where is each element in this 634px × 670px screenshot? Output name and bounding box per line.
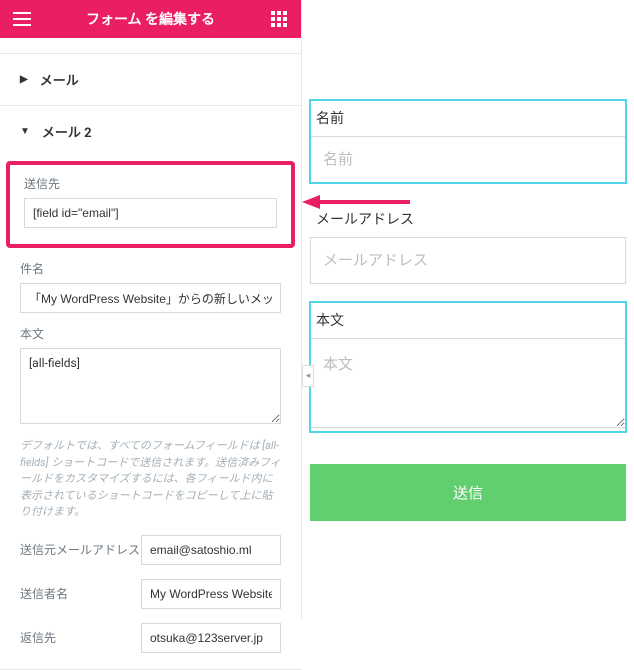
preview-panel: 名前 メールアドレス 本文 送信 [302, 0, 634, 619]
hamburger-icon [13, 12, 31, 26]
editor-sidebar: フォーム を編集する ▶ メール ▼ メール 2 送信先 件名 [0, 0, 302, 619]
reply-to-input[interactable] [141, 623, 281, 653]
topbar-title: フォーム を編集する [86, 9, 215, 29]
grid-icon [271, 11, 287, 27]
chevron-down-icon: ▼ [20, 126, 30, 137]
preview-name-label: 名前 [310, 100, 626, 136]
from-name-input[interactable] [141, 579, 281, 609]
sidebar-topbar: フォーム を編集する [0, 0, 301, 38]
preview-name-block[interactable]: 名前 [310, 100, 626, 183]
preview-email-label: メールアドレス [310, 201, 626, 237]
preview-email-input[interactable] [310, 237, 626, 284]
reply-to-label: 返信先 [20, 629, 141, 646]
preview-body-label: 本文 [310, 302, 626, 338]
preview-name-input[interactable] [310, 136, 626, 183]
menu-button[interactable] [10, 7, 34, 31]
preview-body-textarea[interactable] [310, 338, 626, 428]
subject-label: 件名 [20, 260, 281, 277]
spacer [0, 38, 301, 54]
body-label: 本文 [20, 325, 281, 342]
to-label: 送信先 [24, 175, 277, 192]
body-row: 本文 [20, 325, 281, 428]
to-input[interactable] [24, 198, 277, 228]
from-email-row: 送信元メールアドレス [20, 535, 281, 565]
preview-body-block[interactable]: 本文 [310, 302, 626, 432]
section-title: メール 2 [42, 122, 92, 141]
section-body: 件名 本文 デフォルトでは、すべてのフォームフィールドは [all-fields… [0, 260, 301, 669]
subject-input[interactable] [20, 283, 281, 313]
from-email-label: 送信元メールアドレス [20, 541, 141, 558]
submit-button[interactable]: 送信 [310, 464, 626, 521]
subject-row: 件名 [20, 260, 281, 313]
widgets-button[interactable] [267, 7, 291, 31]
reply-to-row: 返信先 [20, 623, 281, 653]
section-mail: ▶ メール [0, 54, 301, 106]
chevron-left-icon: ◂ [306, 371, 311, 381]
form-preview: 名前 メールアドレス 本文 送信 [302, 100, 634, 521]
highlighted-field: 送信先 [6, 161, 295, 248]
chevron-right-icon: ▶ [20, 74, 28, 85]
section-header-mail2[interactable]: ▼ メール 2 [0, 106, 301, 157]
section-header-mail[interactable]: ▶ メール [0, 54, 301, 105]
preview-email-block[interactable]: メールアドレス [310, 201, 626, 284]
from-name-label: 送信者名 [20, 585, 141, 602]
section-title: メール [40, 70, 79, 89]
body-textarea[interactable] [20, 348, 281, 424]
section-mail2: ▼ メール 2 送信先 件名 本文 デフォルトでは、すべてのフォームフィールドは… [0, 106, 301, 670]
from-email-input[interactable] [141, 535, 281, 565]
panel-drag-handle[interactable]: ◂ [302, 365, 314, 387]
from-name-row: 送信者名 [20, 579, 281, 609]
help-text: デフォルトでは、すべてのフォームフィールドは [all-fields] ショート… [20, 438, 281, 521]
